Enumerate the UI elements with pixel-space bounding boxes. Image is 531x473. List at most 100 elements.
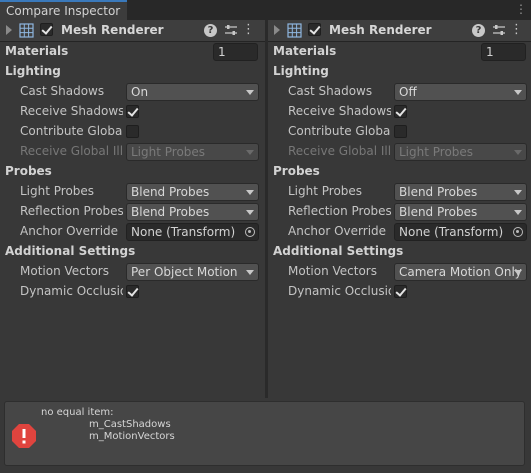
receive-gi-dropdown: Light Probes — [394, 143, 527, 161]
receive-shadows-label: Receive Shadows — [288, 104, 391, 118]
dropdown-arrow-icon — [246, 270, 254, 275]
light-probes-value: Blend Probes — [131, 185, 210, 199]
probes-section-label: Probes — [273, 164, 320, 178]
additional-settings-label: Additional Settings — [5, 244, 136, 258]
cast-shadows-dropdown[interactable]: Off — [394, 83, 527, 101]
additional-settings-label: Additional Settings — [273, 244, 404, 258]
foldout-arrow-icon[interactable] — [6, 25, 12, 35]
dropdown-arrow-icon — [246, 150, 254, 155]
materials-count-field[interactable]: 1 — [481, 43, 526, 61]
cast-shadows-dropdown[interactable]: On — [126, 83, 259, 101]
lighting-section-label: Lighting — [5, 64, 61, 78]
reflection-probes-row: Reflection Probes Blend Probes — [0, 202, 265, 222]
materials-count-field[interactable]: 1 — [213, 43, 258, 61]
dropdown-arrow-icon — [514, 270, 522, 275]
foldout-arrow-icon[interactable] — [274, 25, 280, 35]
reflection-probes-value: Blend Probes — [399, 205, 478, 219]
light-probes-value: Blend Probes — [399, 185, 478, 199]
left-inspector-panel: Mesh Renderer ? ⋮ Materials 1 Lighting C… — [0, 20, 265, 398]
receive-shadows-checkbox[interactable] — [126, 105, 139, 118]
receive-gi-value: Light Probes — [131, 145, 206, 159]
motion-vectors-dropdown[interactable]: Camera Motion Only — [394, 263, 527, 281]
receive-gi-value: Light Probes — [399, 145, 474, 159]
dynamic-occlusion-label: Dynamic Occlusion — [288, 284, 391, 298]
help-heading: no equal item: — [41, 407, 114, 418]
anchor-override-label: Anchor Override — [20, 224, 119, 238]
preset-icon[interactable] — [492, 23, 506, 37]
receive-gi-label: Receive Global Illu — [288, 144, 391, 158]
reflection-probes-label: Reflection Probes — [288, 204, 391, 218]
help-item: m_CastShadows — [89, 419, 171, 430]
tab-compare-inspector[interactable]: Compare Inspector — [0, 0, 127, 20]
motion-vectors-value: Per Object Motion — [131, 265, 238, 279]
help-message: no equal item: m_CastShadows m_MotionVec… — [41, 407, 175, 443]
component-enabled-checkbox[interactable] — [308, 23, 321, 36]
lighting-section-label: Lighting — [273, 64, 329, 78]
dynamic-occlusion-label: Dynamic Occlusion — [20, 284, 123, 298]
preset-icon[interactable] — [224, 23, 238, 37]
reflection-probes-dropdown[interactable]: Blend Probes — [126, 203, 259, 221]
additional-settings-header-row: Additional Settings — [268, 242, 531, 262]
dynamic-occlusion-checkbox[interactable] — [394, 285, 407, 298]
receive-shadows-row: Receive Shadows — [0, 102, 265, 122]
dropdown-arrow-icon — [246, 190, 254, 195]
contribute-gi-label: Contribute Global I — [288, 124, 391, 138]
receive-gi-label: Receive Global Illu — [20, 144, 123, 158]
dropdown-arrow-icon — [514, 90, 522, 95]
motion-vectors-label: Motion Vectors — [20, 264, 109, 278]
motion-vectors-row: Motion Vectors Per Object Motion — [0, 262, 265, 282]
dropdown-arrow-icon — [514, 190, 522, 195]
anchor-override-row: Anchor Override None (Transform) — [268, 222, 531, 242]
help-icon[interactable]: ? — [204, 24, 217, 37]
probes-header-row: Probes — [0, 162, 265, 182]
cast-shadows-value: Off — [399, 85, 417, 99]
cast-shadows-value: On — [131, 85, 149, 99]
light-probes-row: Light Probes Blend Probes — [0, 182, 265, 202]
component-header[interactable]: Mesh Renderer ? ⋮ — [268, 20, 531, 42]
light-probes-dropdown[interactable]: Blend Probes — [394, 183, 527, 201]
light-probes-dropdown[interactable]: Blend Probes — [126, 183, 259, 201]
cast-shadows-label: Cast Shadows — [20, 84, 105, 98]
component-menu-icon[interactable]: ⋮ — [510, 22, 523, 37]
contribute-gi-checkbox[interactable] — [394, 125, 407, 138]
receive-shadows-row: Receive Shadows — [268, 102, 531, 122]
receive-gi-dropdown: Light Probes — [126, 143, 259, 161]
reflection-probes-row: Reflection Probes Blend Probes — [268, 202, 531, 222]
dropdown-arrow-icon — [514, 210, 522, 215]
motion-vectors-row: Motion Vectors Camera Motion Only — [268, 262, 531, 282]
component-header[interactable]: Mesh Renderer ? ⋮ — [0, 20, 265, 42]
motion-vectors-value: Camera Motion Only — [399, 265, 522, 279]
reflection-probes-value: Blend Probes — [131, 205, 210, 219]
window-menu-icon[interactable]: ⋮ — [515, 2, 527, 16]
dynamic-occlusion-checkbox[interactable] — [126, 285, 139, 298]
help-item: m_MotionVectors — [89, 431, 175, 442]
dynamic-occlusion-row: Dynamic Occlusion — [0, 282, 265, 302]
reflection-probes-label: Reflection Probes — [20, 204, 123, 218]
lighting-header-row: Lighting — [268, 62, 531, 82]
cast-shadows-row: Cast Shadows On — [0, 82, 265, 102]
object-picker-icon[interactable] — [513, 227, 523, 237]
dropdown-arrow-icon — [246, 90, 254, 95]
component-title: Mesh Renderer — [61, 23, 164, 37]
motion-vectors-label: Motion Vectors — [288, 264, 377, 278]
reflection-probes-dropdown[interactable]: Blend Probes — [394, 203, 527, 221]
component-enabled-checkbox[interactable] — [40, 23, 53, 36]
anchor-override-field[interactable]: None (Transform) — [126, 223, 259, 241]
dropdown-arrow-icon — [246, 210, 254, 215]
object-picker-icon[interactable] — [245, 227, 255, 237]
contribute-gi-checkbox[interactable] — [126, 125, 139, 138]
anchor-override-field[interactable]: None (Transform) — [394, 223, 527, 241]
help-icon[interactable]: ? — [472, 24, 485, 37]
light-probes-label: Light Probes — [288, 184, 363, 198]
materials-label: Materials — [273, 44, 337, 58]
anchor-override-label: Anchor Override — [288, 224, 387, 238]
error-help-box: no equal item: m_CastShadows m_MotionVec… — [4, 401, 525, 466]
additional-settings-header-row: Additional Settings — [0, 242, 265, 262]
cast-shadows-row: Cast Shadows Off — [268, 82, 531, 102]
component-menu-icon[interactable]: ⋮ — [242, 22, 255, 37]
mesh-renderer-icon — [287, 23, 302, 38]
dropdown-arrow-icon — [514, 150, 522, 155]
receive-shadows-checkbox[interactable] — [394, 105, 407, 118]
anchor-override-value: None (Transform) — [131, 225, 236, 239]
motion-vectors-dropdown[interactable]: Per Object Motion — [126, 263, 259, 281]
